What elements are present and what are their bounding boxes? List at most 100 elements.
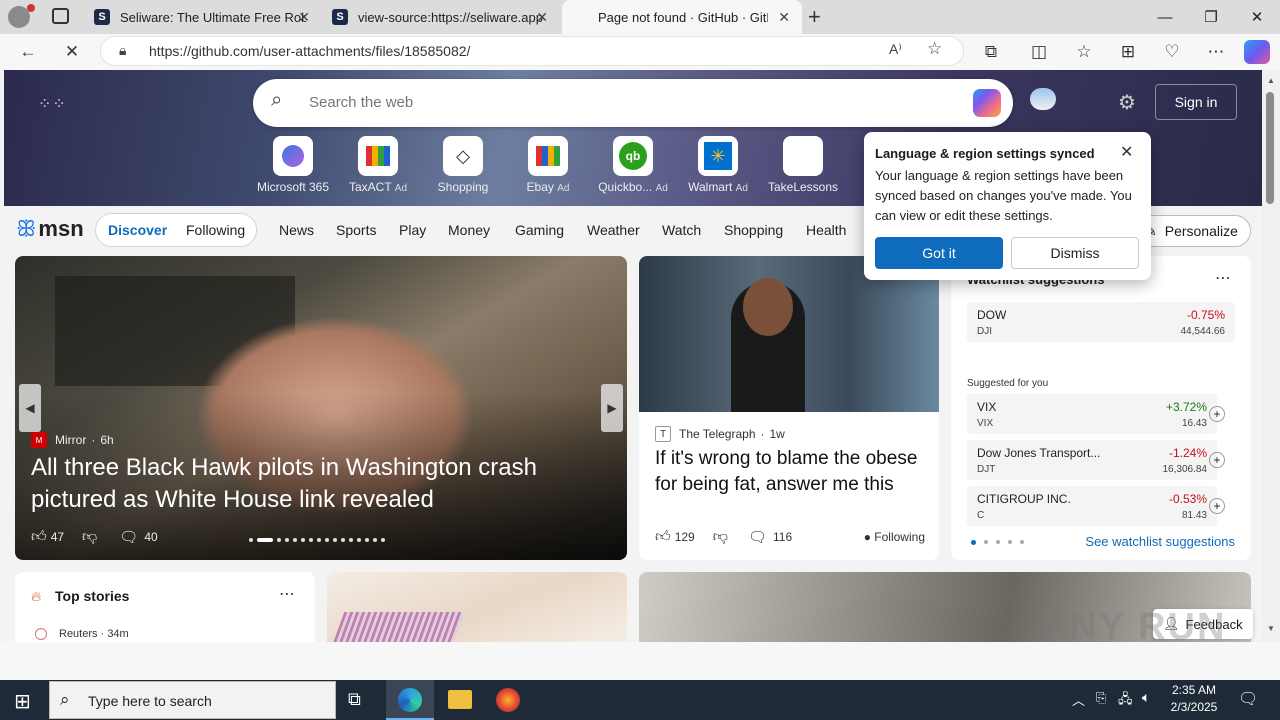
watchlist-row-djt[interactable]: Dow Jones Transport... DJT -1.24% 16,306… — [967, 440, 1217, 480]
extensions-icon[interactable]: ⧉ — [975, 37, 1007, 67]
stock-change: -1.24% — [1168, 446, 1207, 460]
nav-weather[interactable]: Weather — [587, 222, 640, 238]
watchlist-row-citigroup[interactable]: CITIGROUP INC. C -0.53% 81.43 — [967, 486, 1217, 526]
following-tab[interactable]: Following — [186, 222, 245, 238]
nav-sports[interactable]: Sports — [336, 222, 376, 238]
comment-icon[interactable]: 🗨︎ — [748, 528, 767, 546]
quicklink-taxact[interactable]: TaxACT Ad — [338, 136, 418, 194]
scrollbar-thumb[interactable] — [1266, 92, 1274, 204]
tab-actions-icon[interactable] — [52, 8, 69, 24]
watchlist-row-vix[interactable]: VIX VIX +3.72% 16.43 — [967, 394, 1217, 434]
tab-github[interactable]: Page not found · GitHub · GitHub ✕ — [562, 0, 802, 34]
more-options-icon[interactable]: ⋯ — [279, 584, 295, 604]
close-tab-icon[interactable]: ✕ — [298, 9, 310, 26]
copilot-search-icon[interactable] — [973, 89, 1001, 117]
nav-news[interactable]: News — [279, 222, 314, 238]
dismiss-button[interactable]: Dismiss — [1011, 237, 1139, 269]
add-to-watchlist-icon[interactable]: + — [1209, 406, 1225, 422]
favorite-star-icon[interactable]: ☆ — [927, 39, 942, 59]
nav-gaming[interactable]: Gaming — [515, 222, 564, 238]
carousel-next-button[interactable]: ▶ — [601, 384, 623, 432]
browser-essentials-icon[interactable]: ♡ — [1156, 37, 1188, 67]
search-input[interactable]: Search the web — [309, 94, 413, 111]
taskbar-search[interactable]: ⌕ Type here to search — [49, 681, 336, 719]
notifications-icon[interactable]: 🗨︎ — [1238, 689, 1258, 709]
carousel-prev-button[interactable]: ◀ — [19, 384, 41, 432]
new-tab-icon[interactable]: + — [808, 4, 821, 30]
page-scrollbar[interactable]: ▲ ▼ — [1262, 70, 1280, 642]
stop-loading-icon[interactable]: ✕ — [56, 37, 88, 67]
collections-icon[interactable]: ⊞ — [1112, 37, 1144, 67]
comment-icon[interactable]: 🗨︎ — [119, 528, 138, 546]
add-to-watchlist-icon[interactable]: + — [1209, 452, 1225, 468]
read-aloud-icon[interactable]: A⁾ — [889, 41, 902, 58]
carousel-dots[interactable] — [249, 538, 385, 542]
quicklink-quickbooks[interactable]: qb Quickbo... Ad — [593, 136, 673, 194]
watchlist-pager-dots[interactable] — [971, 540, 1024, 545]
search-box[interactable]: ⌕ Search the web — [253, 79, 1013, 127]
lock-icon[interactable]: 🔒︎ — [119, 42, 126, 59]
task-view-icon[interactable]: ⧉ — [348, 689, 361, 710]
restore-icon[interactable]: ❐ — [1188, 0, 1234, 34]
split-screen-icon[interactable]: ◫ — [1023, 37, 1055, 67]
quicklink-takelessons[interactable]: TakeLessons — [763, 136, 843, 194]
discover-tab[interactable]: Discover — [108, 222, 167, 238]
quicklink-ebay[interactable]: Ebay Ad — [508, 136, 588, 194]
taskbar-time[interactable]: 2:35 AM — [1170, 683, 1218, 697]
see-watchlist-link[interactable]: See watchlist suggestions — [1085, 534, 1235, 549]
quicklink-walmart[interactable]: ✳ Walmart Ad — [678, 136, 758, 194]
weather-icon[interactable] — [1030, 88, 1056, 110]
close-tab-icon[interactable]: ✕ — [778, 9, 790, 26]
close-window-icon[interactable]: ✕ — [1234, 0, 1280, 34]
watchlist-row-dow[interactable]: DOW DJI -0.75% 44,544.66 — [967, 302, 1235, 342]
got-it-button[interactable]: Got it — [875, 237, 1003, 269]
quicklink-microsoft365[interactable]: Microsoft 365 — [253, 136, 333, 194]
network-icon[interactable]: 🖧︎ — [1118, 690, 1133, 712]
story-headline[interactable]: If it's wrong to blame the obese for bei… — [655, 446, 925, 498]
story-card-rings[interactable] — [327, 572, 627, 642]
windows-start-icon[interactable]: ⊞ — [14, 689, 31, 714]
tab-view-source[interactable]: S view-source:https://seliware.app ✕ — [324, 0, 560, 34]
add-to-watchlist-icon[interactable]: + — [1209, 498, 1225, 514]
favorites-icon[interactable]: ☆ — [1068, 37, 1100, 67]
copilot-icon[interactable] — [1244, 40, 1270, 64]
minimize-icon[interactable]: — — [1142, 0, 1188, 34]
nav-health[interactable]: Health — [806, 222, 846, 238]
address-bar[interactable]: 🔒︎ https://github.com/user-attachments/f… — [100, 36, 964, 66]
like-icon[interactable]: 👍︎ — [31, 528, 47, 546]
more-menu-icon[interactable]: ⋯ — [1200, 37, 1232, 67]
scroll-up-icon[interactable]: ▲ — [1267, 76, 1275, 85]
taskbar-edge-active[interactable] — [386, 680, 434, 720]
story-card-telegraph[interactable]: T The Telegraph · 1w If it's wrong to bl… — [639, 256, 939, 560]
quicklink-shopping[interactable]: ◇ Shopping — [423, 136, 503, 194]
taskbar-date[interactable]: 2/3/2025 — [1166, 700, 1222, 714]
firefox-icon[interactable] — [496, 688, 520, 712]
apps-grid-icon[interactable]: ⁘⁘ — [38, 94, 67, 114]
close-popup-icon[interactable]: ✕ — [1120, 142, 1133, 162]
nav-shopping[interactable]: Shopping — [724, 222, 783, 238]
show-hidden-icons-icon[interactable]: ︿ — [1072, 690, 1085, 709]
tab-title: view-source:https://seliware.app — [358, 9, 543, 25]
personalize-button[interactable]: ✎ Personalize — [1134, 215, 1251, 247]
dislike-icon[interactable]: 👎︎ — [713, 528, 728, 546]
sign-in-button[interactable]: Sign in — [1155, 84, 1237, 120]
more-options-icon[interactable]: ⋯ — [1215, 268, 1231, 288]
main-story-card[interactable]: ◀ ▶ M Mirror · 6h All three Black Hawk p… — [15, 256, 627, 560]
story-headline[interactable]: All three Black Hawk pilots in Washingto… — [31, 452, 591, 516]
device-icon[interactable]: ⎘ — [1096, 690, 1106, 706]
nav-money[interactable]: Money — [448, 222, 490, 238]
nav-play[interactable]: Play — [399, 222, 426, 238]
msn-logo[interactable]: ꕥ msn — [16, 216, 84, 242]
like-icon[interactable]: 👍︎ — [655, 528, 671, 546]
following-badge[interactable]: ● Following — [864, 530, 925, 544]
settings-gear-icon[interactable]: ⚙ — [1118, 90, 1136, 115]
nav-watch[interactable]: Watch — [662, 222, 701, 238]
scroll-down-icon[interactable]: ▼ — [1267, 624, 1275, 633]
taskbar-search-input[interactable]: Type here to search — [88, 693, 212, 709]
back-icon[interactable]: ← — [12, 37, 44, 67]
close-tab-icon[interactable]: ✕ — [536, 9, 548, 26]
file-explorer-icon[interactable] — [448, 690, 472, 709]
volume-icon[interactable]: 🔈︎ — [1142, 689, 1150, 706]
dislike-icon[interactable]: 👎︎ — [82, 528, 97, 546]
tab-seliware[interactable]: S Seliware: The Ultimate Free Roblo ✕ — [86, 0, 322, 34]
